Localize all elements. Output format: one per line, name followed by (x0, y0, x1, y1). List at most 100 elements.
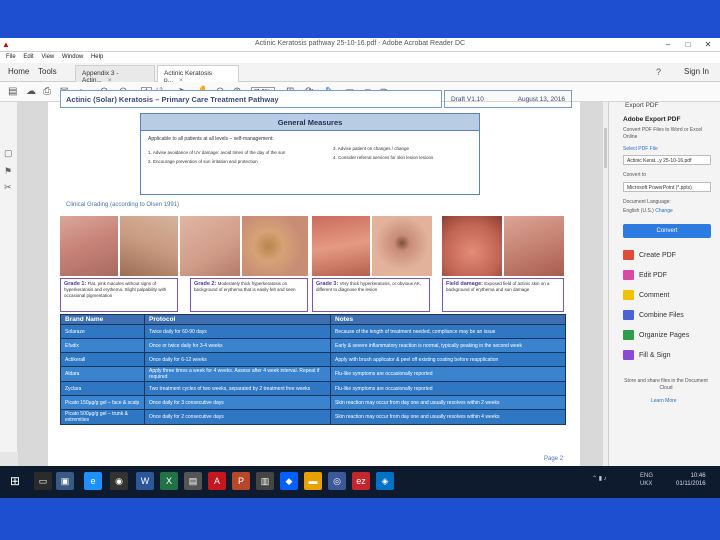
brand-cell: Picato 150µg/g gel – face & scalp (60, 395, 145, 410)
change-language-link[interactable]: Change (655, 208, 673, 214)
export-pdf-tool[interactable]: Export PDF (625, 102, 659, 109)
folder-icon[interactable]: ▬ (304, 472, 322, 490)
format-select[interactable]: Microsoft PowerPoint (*.pptx) (623, 182, 711, 192)
protocol-cell: Two treatment cycles of two weeks, separ… (144, 381, 331, 396)
tool-label: Create PDF (639, 251, 676, 259)
clinical-grading-title: Clinical Grading (according to Olsen 199… (66, 202, 180, 208)
task-view-icon[interactable]: ▭ (34, 472, 52, 490)
combine-files-icon (623, 310, 634, 320)
protocol-cell: Once daily for 3 consecutive days (144, 395, 331, 410)
excel-icon[interactable]: X (160, 472, 178, 490)
tool-create-pdf[interactable]: Create PDF (623, 250, 676, 262)
menu-view[interactable]: View (41, 52, 54, 63)
help-icon[interactable]: ? (656, 67, 661, 77)
clock-date: 01/11/2016 (676, 481, 706, 487)
column-header: Notes (330, 314, 566, 325)
column-header: Protocol (144, 314, 331, 325)
table-row: Actikerall Once daily for 6-12 weeks App… (60, 352, 566, 367)
draft-version: Draft V1.10 (451, 96, 484, 103)
close-window-button[interactable]: ✕ (698, 38, 718, 51)
general-measures-intro: Applicable to all patients at all levels… (148, 136, 274, 142)
print-icon[interactable]: ⎙ (43, 86, 51, 98)
attachments-icon[interactable]: ✂ (4, 182, 12, 193)
menu-bar: File Edit View Window Help (0, 52, 720, 63)
export-pdf-description: Convert PDF Files to Word or Excel Onlin… (623, 127, 703, 140)
notes-cell: Skin reaction may occur from day one and… (330, 395, 566, 410)
grade-3-box: Grade 3: Very thick hyperkeratosis, or o… (312, 278, 430, 312)
start-icon[interactable]: ⊞ (6, 472, 24, 490)
notes-cell: Early & severe inflammatory reaction is … (330, 338, 566, 353)
page-thumbnails-icon[interactable]: ▢ (4, 148, 13, 159)
tab-document-appendix[interactable]: Appendix 3 - Actin... × (75, 65, 155, 84)
scrollbar-thumb[interactable] (604, 128, 607, 168)
app-icon[interactable]: ◎ (328, 472, 346, 490)
menu-window[interactable]: Window (62, 52, 83, 63)
app-icon[interactable]: ez (352, 472, 370, 490)
input-language[interactable]: ENG UKX (640, 472, 653, 488)
dropbox-icon[interactable]: ◆ (280, 472, 298, 490)
app-icon[interactable]: ◉ (110, 472, 128, 490)
brand-cell: Solaraze (60, 324, 145, 339)
word-icon[interactable]: W (136, 472, 154, 490)
acrobat-taskbar-icon[interactable]: A (208, 472, 226, 490)
field-damage-photo-2 (504, 216, 564, 276)
notes-cell: Flu-like symptoms are occasionally repor… (330, 366, 566, 382)
app-icon[interactable]: ▣ (56, 472, 74, 490)
measure-item: 3. Advise patient on changes / change (333, 146, 410, 151)
export-pdf-heading: Adobe Export PDF (623, 116, 681, 123)
grade-1-box: Grade 1: Flat, pink macules without sign… (60, 278, 178, 312)
organize-pages-icon (623, 330, 634, 340)
tab-tools[interactable]: Tools (38, 67, 57, 76)
menu-help[interactable]: Help (91, 52, 103, 63)
menu-edit[interactable]: Edit (23, 52, 33, 63)
app-icon[interactable]: ▤ (184, 472, 202, 490)
tool-label: Organize Pages (639, 331, 690, 339)
tool-edit-pdf[interactable]: Edit PDF (623, 270, 667, 282)
fill-sign-tool-icon (623, 350, 634, 360)
convert-button[interactable]: Convert (623, 224, 711, 238)
notes-cell: Skin reaction may occur from day one and… (330, 409, 566, 425)
document-language: English (U.S.) Change (623, 208, 673, 214)
learn-more-link[interactable]: Learn More (651, 398, 677, 404)
tool-organize-pages[interactable]: Organize Pages (623, 330, 689, 342)
table-row: Zyclara Two treatment cycles of two week… (60, 381, 566, 396)
tool-fill-sign[interactable]: Fill & Sign (623, 350, 671, 362)
powerpoint-icon[interactable]: P (232, 472, 250, 490)
selected-file-field[interactable]: Actinic Kerat...y 25-10-16.pdf (623, 155, 711, 165)
create-pdf-icon (623, 250, 634, 260)
grade-2-photo-1 (180, 216, 240, 276)
protocol-cell: Once daily for 6-12 weeks (144, 352, 331, 367)
table-row: Efudix Once or twice daily for 3-4 weeks… (60, 338, 566, 353)
general-measures-box: General Measures Applicable to all patie… (140, 113, 480, 195)
grade-3-photo-2 (372, 216, 432, 276)
bookmarks-icon[interactable]: ⚑ (4, 166, 12, 177)
app-icon[interactable]: ◈ (376, 472, 394, 490)
minimize-button[interactable]: – (658, 38, 678, 51)
maximize-button[interactable]: □ (678, 38, 698, 51)
treatment-table: Brand Name Protocol Notes Solaraze Twice… (60, 314, 566, 425)
tab-home[interactable]: Home (8, 67, 29, 76)
menu-file[interactable]: File (6, 52, 16, 63)
select-pdf-file-link[interactable]: Select PDF File (623, 146, 658, 152)
right-tools-panel: Export PDF Adobe Export PDF Convert PDF … (608, 102, 720, 466)
field-damage-box: Field damage: Exposed field of actinic s… (442, 278, 564, 312)
tray-icons[interactable]: ⌃ ▮ ♪ (592, 475, 607, 482)
table-row: Aldara Apply three times a week for 4 we… (60, 366, 566, 382)
brand-cell: Efudix (60, 338, 145, 353)
app-icon[interactable]: ▥ (256, 472, 274, 490)
measure-item: 1. Advise avoidance of UV damage: avoid … (148, 150, 286, 155)
upload-icon[interactable]: ☁ (26, 86, 36, 98)
tool-combine-files[interactable]: Combine Files (623, 310, 684, 322)
draft-box: Draft V1.10 August 13, 2016 (444, 90, 572, 108)
save-icon[interactable]: ▤ (8, 86, 17, 98)
title-bar: ▲ Actinic Keratosis pathway 25-10-16.pdf… (0, 38, 720, 52)
tab-document-pathway[interactable]: Actinic Keratosis p... × (157, 65, 239, 84)
convert-to-label: Convert to (623, 172, 647, 178)
internet-explorer-icon[interactable]: e (84, 472, 102, 490)
tool-comment[interactable]: Comment (623, 290, 669, 302)
tab-bar: Home Tools Appendix 3 - Actin... × Actini… (0, 63, 720, 84)
sign-in-link[interactable]: Sign In (684, 67, 709, 76)
system-clock[interactable]: 10:46 01/11/2016 (676, 472, 706, 488)
draft-date: August 13, 2016 (517, 96, 565, 103)
notes-cell: Because of the length of treatment neede… (330, 324, 566, 339)
